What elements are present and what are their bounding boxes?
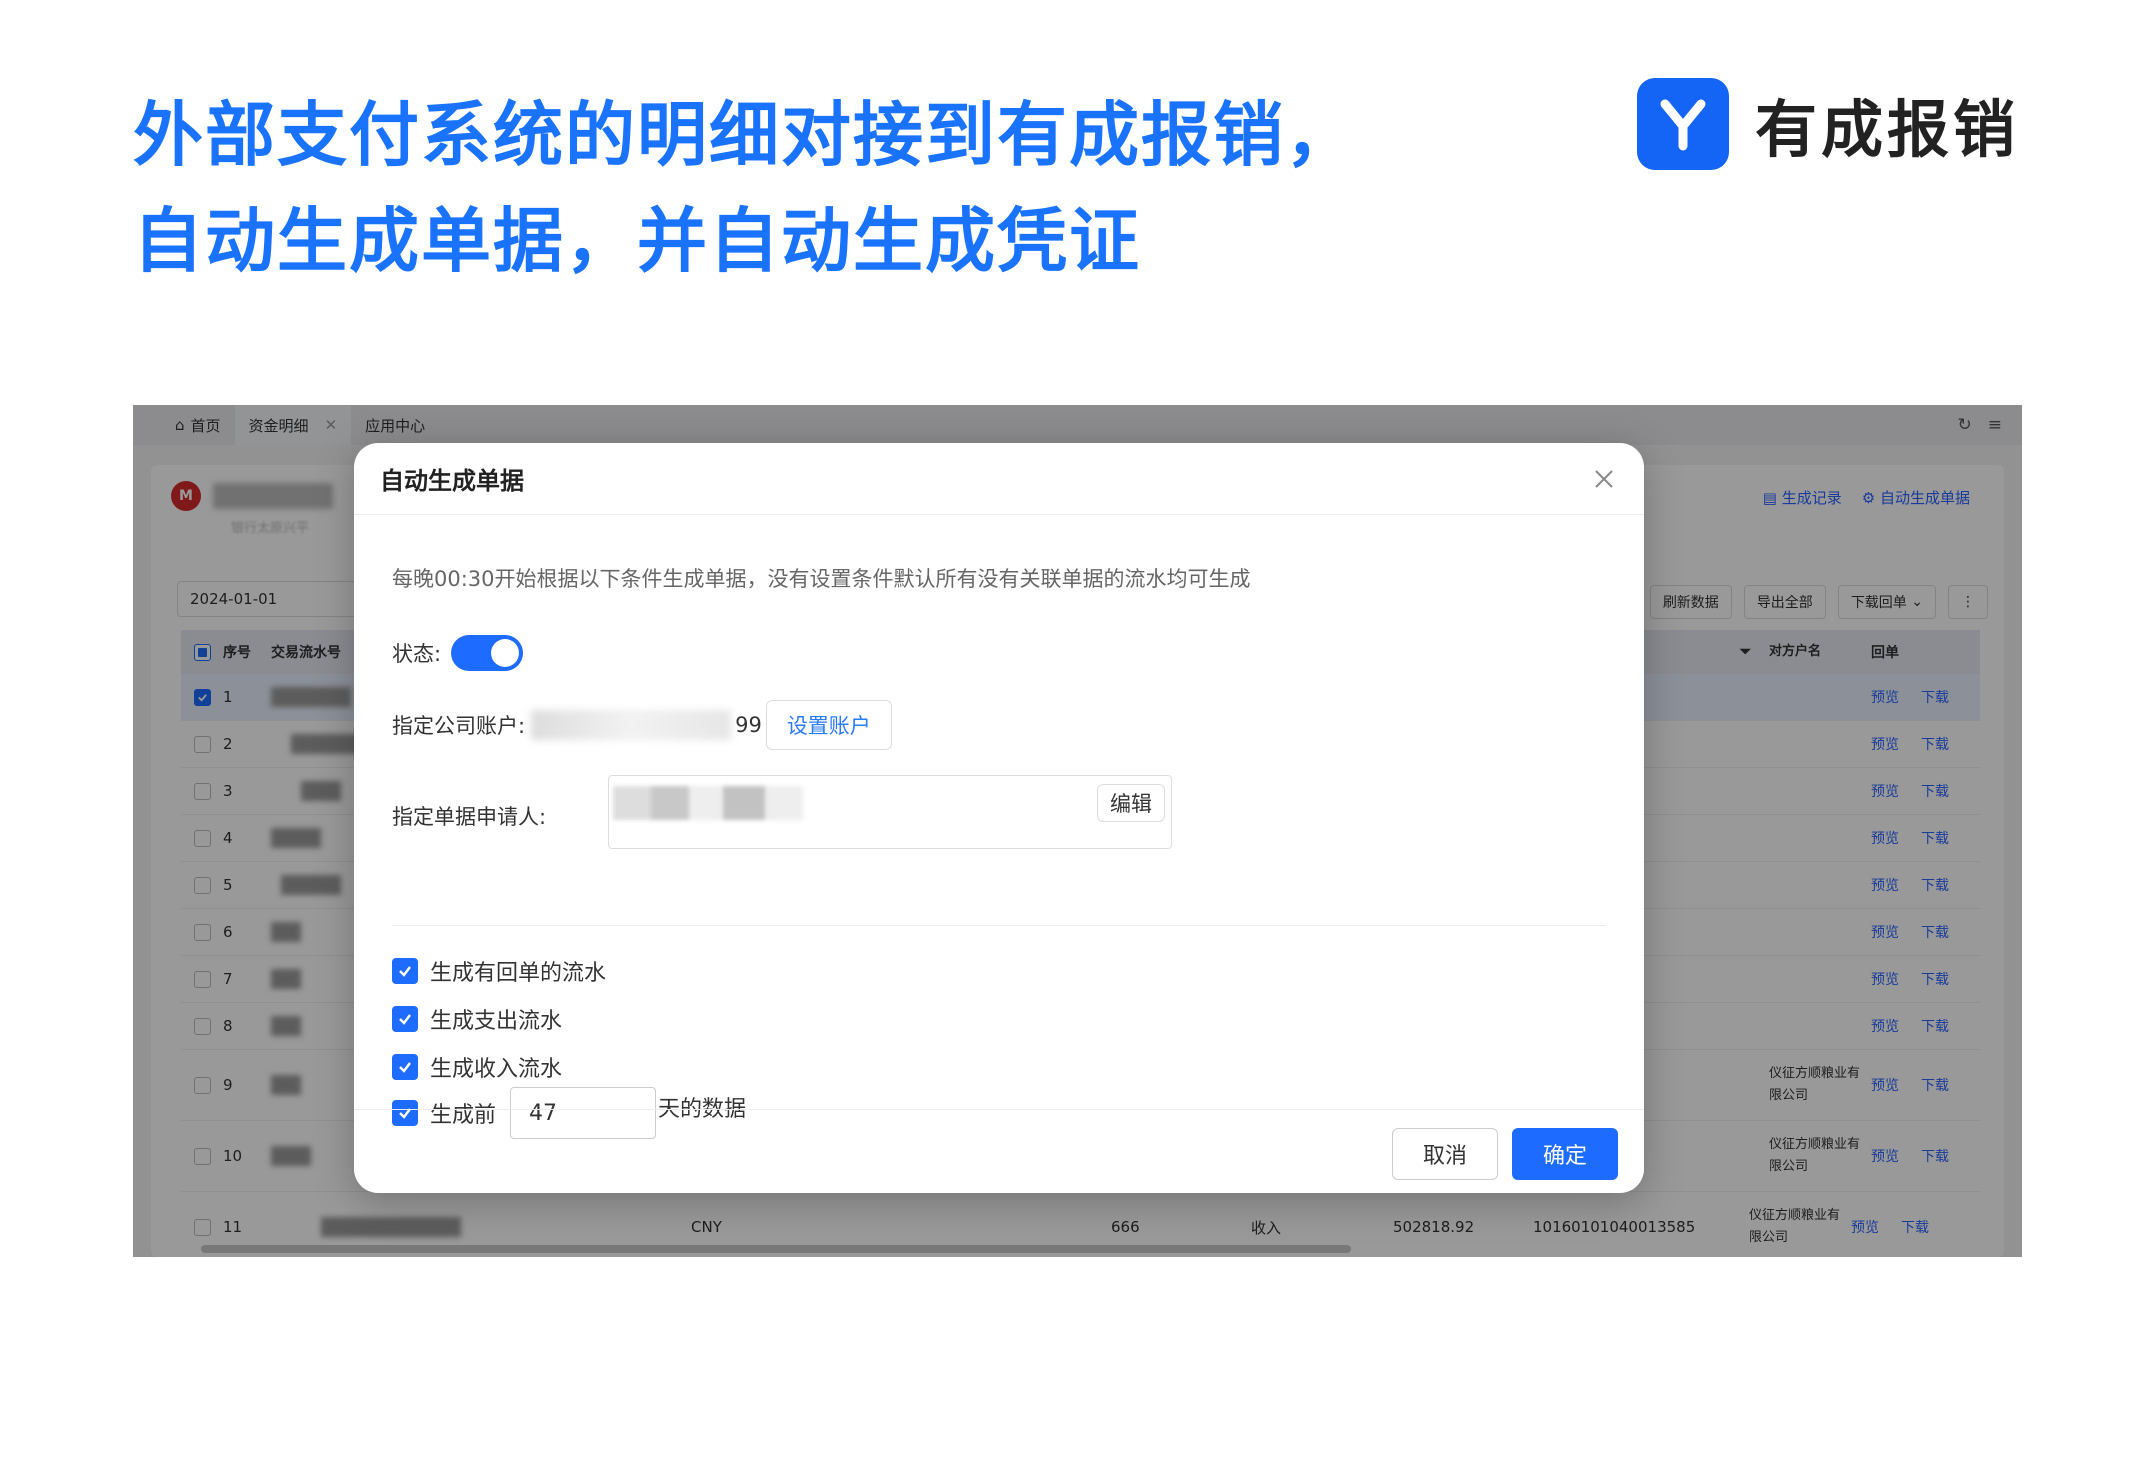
close-icon[interactable] (1590, 465, 1618, 493)
set-account-button[interactable]: 设置账户 (765, 700, 892, 750)
modal-header: 自动生成单据 (354, 443, 1644, 515)
edit-button[interactable]: 编辑 (1097, 784, 1165, 822)
confirm-button[interactable]: 确定 (1512, 1128, 1618, 1180)
option-label: 生成支出流水 (430, 1009, 563, 1034)
checkbox[interactable] (392, 1006, 418, 1032)
checkbox[interactable] (392, 958, 418, 984)
modal-description: 每晚00:30开始根据以下条件生成单据，没有设置条件默认所有没有关联单据的流水均… (392, 567, 1251, 591)
option-income-flows[interactable]: 生成收入流水 (392, 1051, 562, 1083)
applicant-field[interactable]: 编辑 (608, 775, 1172, 849)
option-expense-flows[interactable]: 生成支出流水 (392, 1003, 562, 1035)
account-row: 指定公司账户: 99 设置账户 (392, 700, 892, 750)
auto-generate-doc-modal: 自动生成单据 每晚00:30开始根据以下条件生成单据，没有设置条件默认所有没有关… (354, 443, 1644, 1193)
divider (392, 925, 1606, 926)
modal-footer: 取消 确定 (354, 1109, 1644, 1193)
cancel-button[interactable]: 取消 (1392, 1128, 1498, 1180)
applicant-row: 指定单据申请人: 编辑 (392, 775, 1192, 849)
headline-line-2: 自动生成单据，并自动生成凭证 (133, 200, 1141, 282)
account-blurred (531, 710, 732, 740)
option-label: 生成收入流水 (430, 1057, 563, 1082)
checkbox[interactable] (392, 1054, 418, 1080)
account-tail: 99 (735, 713, 762, 737)
status-row: 状态: (392, 635, 524, 671)
applicant-label: 指定单据申请人: (392, 805, 547, 829)
brand: 有成报销 (1637, 78, 2019, 170)
headline-line-1: 外部支付系统的明细对接到有成报销， (133, 94, 1357, 176)
account-label: 指定公司账户: (392, 714, 526, 738)
option-label: 生成有回单的流水 (430, 961, 607, 986)
brand-logo-icon (1637, 78, 1729, 170)
brand-name: 有成报销 (1755, 93, 2020, 166)
option-receipt-flows[interactable]: 生成有回单的流水 (392, 955, 606, 987)
status-label: 状态: (392, 642, 442, 666)
status-toggle[interactable] (451, 635, 524, 671)
headline: 外部支付系统的明细对接到有成报销， 自动生成单据，并自动生成凭证 (133, 82, 1513, 294)
modal-title: 自动生成单据 (380, 467, 524, 495)
applicant-blurred (613, 786, 803, 820)
